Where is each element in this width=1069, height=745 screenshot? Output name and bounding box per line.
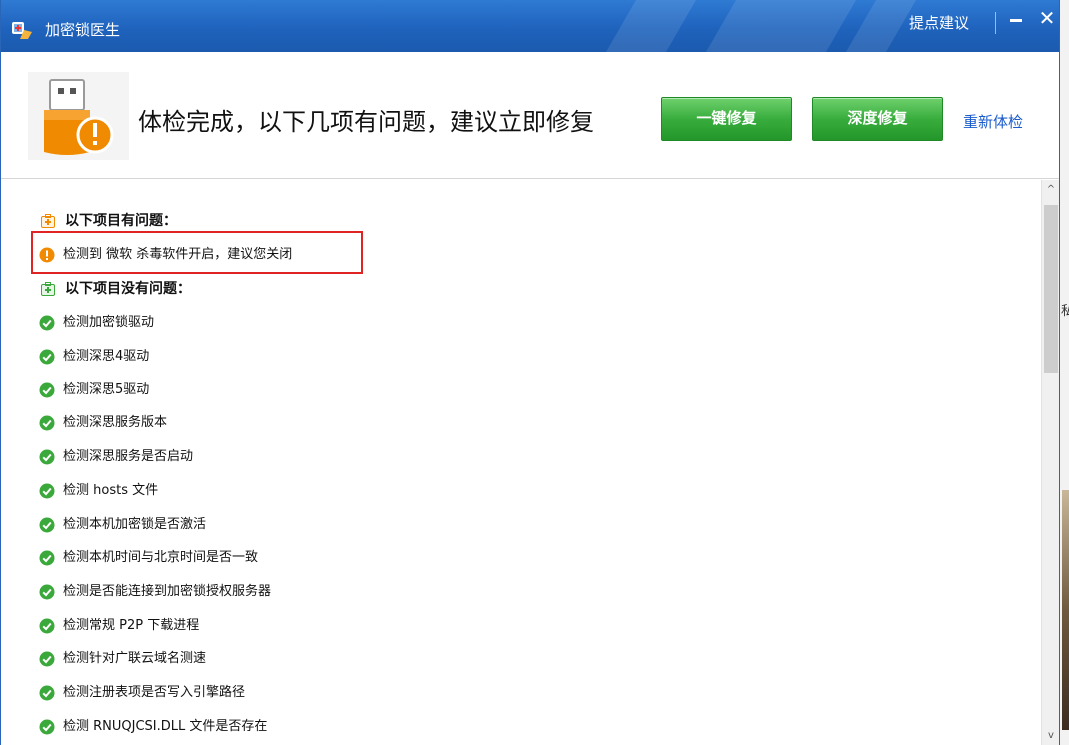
one-click-fix-button[interactable]: 一键修复 [661, 97, 792, 141]
usb-dongle-warning-icon [28, 72, 129, 160]
deep-fix-button[interactable]: 深度修复 [812, 97, 943, 141]
scrollbar-thumb[interactable] [1044, 205, 1058, 373]
check-circle-icon [39, 483, 55, 499]
check-circle-icon [39, 415, 55, 431]
check-circle-icon [39, 449, 55, 465]
check-circle-icon [39, 349, 55, 365]
background-text: 私 [1061, 304, 1069, 319]
doctor-app-icon [12, 22, 32, 39]
check-circle-icon [39, 719, 55, 735]
close-icon[interactable]: ✕ [1035, 6, 1059, 30]
window-title: 加密锁医生 [45, 21, 121, 39]
result-banner: 体检完成，以下几项有问题，建议立即修复 一键修复 深度修复 重新体检 [1, 52, 1059, 179]
check-circle-icon [39, 685, 55, 701]
check-circle-icon [39, 618, 55, 634]
scroll-down-arrow-icon[interactable]: v [1042, 728, 1059, 744]
feedback-link[interactable]: 提点建议 [909, 13, 969, 33]
check-circle-icon [39, 382, 55, 398]
titlebar-divider [995, 12, 996, 34]
check-circle-icon [39, 584, 55, 600]
check-circle-icon [39, 517, 55, 533]
title-bar: 加密锁医生 提点建议 ✕ [1, 0, 1059, 52]
background-image [1062, 490, 1069, 730]
scan-result-message: 体检完成，以下几项有问题，建议立即修复 [138, 108, 594, 136]
medical-kit-warning-icon [41, 214, 55, 228]
recheck-link[interactable]: 重新体检 [963, 112, 1023, 132]
warning-icon [39, 247, 55, 263]
check-circle-icon [39, 651, 55, 667]
vertical-scrollbar[interactable]: ^ v [1041, 180, 1059, 745]
medical-kit-ok-icon [41, 282, 55, 296]
app-window: 加密锁医生 提点建议 ✕ 体检完成，以下几项有问题，建议立即修复 一键修复 深度… [0, 0, 1060, 745]
scroll-up-arrow-icon[interactable]: ^ [1042, 182, 1059, 198]
check-circle-icon [39, 315, 55, 331]
check-circle-icon [39, 550, 55, 566]
minimize-icon[interactable] [1004, 8, 1028, 32]
check-results-list: 以下项目有问题： 检测到 微软 杀毒软件开启，建议您关闭 以下项目没有问题： 检… [1, 180, 1041, 745]
